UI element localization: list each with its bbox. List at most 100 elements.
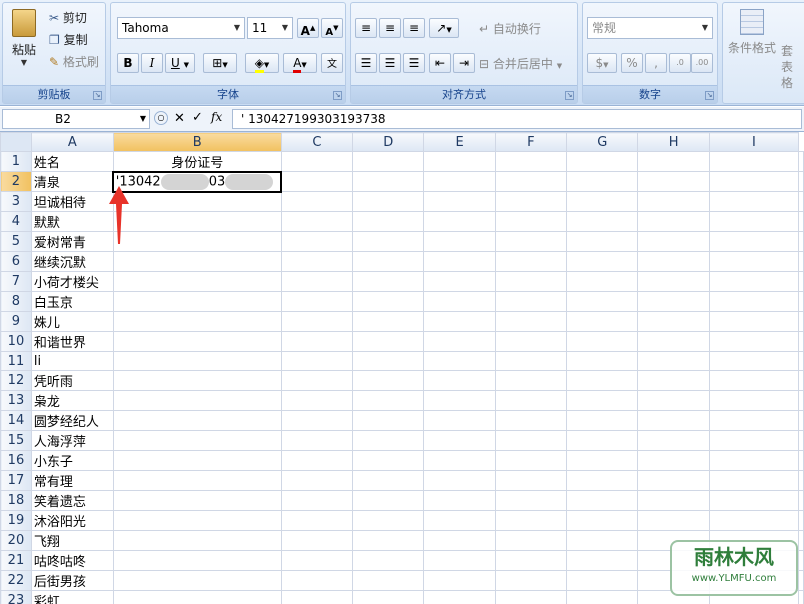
cell-b[interactable] (112, 570, 282, 591)
cell[interactable] (798, 470, 804, 491)
column-header-selected[interactable]: B (112, 132, 282, 152)
decrease-indent-button[interactable]: ⇤ (429, 53, 451, 73)
cell[interactable] (566, 211, 639, 232)
cell[interactable] (566, 291, 639, 312)
cell[interactable] (423, 430, 496, 451)
cell[interactable] (798, 351, 804, 371)
insert-function-icon[interactable]: fx (211, 110, 222, 124)
row-header[interactable]: 6 (0, 251, 32, 272)
cut-button[interactable]: ✂ 剪切 (49, 9, 87, 26)
cell[interactable] (566, 390, 639, 411)
row-header[interactable]: 10 (0, 331, 32, 352)
cell[interactable] (423, 271, 496, 292)
row-header[interactable]: 20 (0, 530, 32, 551)
cell[interactable] (280, 570, 354, 591)
cell-b[interactable] (112, 191, 282, 212)
font-size-select[interactable]: 11 ▼ (247, 17, 293, 39)
row-header[interactable]: 3 (0, 191, 32, 212)
cell[interactable] (708, 450, 800, 471)
cell[interactable] (280, 470, 354, 491)
cell[interactable] (566, 231, 639, 252)
row-header[interactable]: 2 (0, 171, 32, 192)
cell[interactable] (494, 231, 568, 252)
cell[interactable] (566, 191, 639, 212)
wrap-text-button[interactable]: ↵ 自动换行 (479, 20, 541, 37)
decrease-decimal-button[interactable]: .00 (691, 53, 713, 73)
row-header[interactable]: 8 (0, 291, 32, 312)
cell[interactable] (280, 151, 354, 172)
cell-b[interactable] (112, 410, 282, 431)
cell[interactable] (423, 370, 496, 391)
merge-center-button[interactable]: ⊟ 合并后居中 ▼ (479, 55, 562, 72)
cell-a[interactable]: 飞翔 (30, 530, 114, 551)
cell[interactable] (494, 171, 568, 192)
row-header[interactable]: 17 (0, 470, 32, 491)
cell-a[interactable]: 坦诚相待 (30, 191, 114, 212)
cell[interactable] (494, 510, 568, 531)
cell-b[interactable] (112, 231, 282, 252)
cell[interactable] (798, 450, 804, 471)
cell-b[interactable] (112, 291, 282, 312)
align-right-button[interactable]: ☰ (403, 53, 425, 73)
fill-color-button[interactable]: ◈▼ (245, 53, 279, 73)
cell[interactable] (637, 510, 710, 531)
cell[interactable] (637, 430, 710, 451)
cell-a[interactable]: 彩虹 (30, 590, 114, 604)
cell[interactable] (798, 410, 804, 431)
cell[interactable] (708, 191, 800, 212)
cell[interactable] (798, 191, 804, 212)
clipboard-launcher-icon[interactable]: ↘ (93, 91, 102, 100)
cell[interactable] (566, 311, 639, 332)
cell[interactable] (280, 211, 354, 232)
row-header[interactable]: 19 (0, 510, 32, 531)
cell[interactable] (637, 171, 710, 192)
cell[interactable] (566, 251, 639, 272)
cell-a[interactable]: 爱树常青 (30, 231, 114, 252)
cell-b[interactable] (112, 490, 282, 511)
cell[interactable] (566, 550, 639, 571)
cell-a[interactable]: li (30, 351, 114, 371)
cell[interactable] (423, 171, 496, 192)
borders-button[interactable]: ⊞▼ (203, 53, 237, 73)
cell[interactable] (494, 291, 568, 312)
conditional-format-button[interactable]: 条件格式 (727, 9, 777, 56)
cell[interactable] (280, 271, 354, 292)
cell[interactable] (280, 370, 354, 391)
cell[interactable] (494, 590, 568, 604)
cell-b[interactable] (112, 351, 282, 371)
cell[interactable] (566, 510, 639, 531)
cell[interactable] (280, 251, 354, 272)
cell[interactable] (637, 370, 710, 391)
cell[interactable] (280, 430, 354, 451)
cell[interactable] (494, 251, 568, 272)
cell-b[interactable]: 身份证号 (112, 151, 282, 172)
cell[interactable] (352, 410, 425, 431)
cell[interactable] (637, 311, 710, 332)
cell-b[interactable] (112, 390, 282, 411)
row-header[interactable]: 13 (0, 390, 32, 411)
cell-a[interactable]: 沐浴阳光 (30, 510, 114, 531)
cancel-icon[interactable]: ✕ (174, 111, 185, 126)
column-header[interactable]: H (637, 132, 710, 152)
row-header[interactable]: 5 (0, 231, 32, 252)
cell[interactable] (352, 231, 425, 252)
column-header[interactable]: I (708, 132, 800, 152)
cell[interactable] (566, 530, 639, 551)
cell-a[interactable]: 小东子 (30, 450, 114, 471)
cell[interactable] (494, 311, 568, 332)
paste-button[interactable]: 粘贴 ▼ (7, 7, 41, 77)
row-header[interactable]: 16 (0, 450, 32, 471)
number-format-select[interactable]: 常规 ▼ (587, 17, 713, 39)
cell[interactable] (352, 510, 425, 531)
align-top-button[interactable]: ≡ (355, 18, 377, 38)
cell[interactable] (708, 331, 800, 352)
cell[interactable] (352, 450, 425, 471)
cell[interactable] (352, 430, 425, 451)
cell[interactable] (352, 211, 425, 232)
cell[interactable] (423, 470, 496, 491)
orientation-button[interactable]: ↗▼ (429, 18, 459, 38)
cell[interactable] (352, 311, 425, 332)
cell[interactable] (637, 231, 710, 252)
cell[interactable] (494, 151, 568, 172)
cell-a[interactable]: 咕咚咕咚 (30, 550, 114, 571)
